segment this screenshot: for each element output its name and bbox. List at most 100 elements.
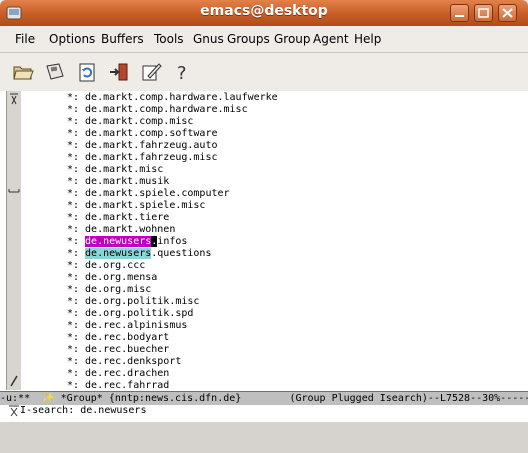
menu-options[interactable]: Options [49,32,95,46]
group-name: de.markt.musik [85,176,170,187]
edit-icon[interactable] [140,61,162,83]
modeline-left: -u:** [0,393,43,404]
group-name: de.org.ccc [85,260,146,271]
group-line[interactable]: *: de.rec.drachen [32,368,524,380]
group-name: de.markt.comp.hardware.misc [85,104,248,115]
save-disk-icon[interactable] [44,61,66,83]
isearch-prompt: I-search: de.newusers [8,405,147,416]
tool-bar: ? [0,53,528,92]
group-name: de.rec.bodyart [85,332,170,343]
left-fringe [21,91,31,390]
group-line[interactable]: *: de.newusers.questions [32,248,524,260]
refresh-icon[interactable] [76,61,98,83]
isearch-match-current: de.newusers [85,236,152,247]
group-name: de.markt.spiele.misc [85,200,206,211]
group-name: de.rec.fahrrad [85,380,170,391]
group-line[interactable]: *: de.markt.spiele.misc [32,200,524,212]
menu-group[interactable]: Group [274,32,311,46]
menu-help[interactable]: Help [354,32,381,46]
scroll-bottom-glyph-icon [10,375,18,387]
group-mark: *: [66,284,79,295]
group-name: de.markt.misc [85,164,164,175]
menu-gnus[interactable]: Gnus [193,32,224,46]
minimize-button[interactable] [450,4,469,22]
group-name: de.rec.alpinismus [85,320,188,331]
group-mark: *: [66,296,79,307]
group-line[interactable]: *: de.markt.spiele.computer [32,188,524,200]
menu-agent[interactable]: Agent [313,32,349,46]
window-title: emacs@desktop [200,3,328,19]
group-line[interactable]: *: de.rec.buecher [32,344,524,356]
modeline-mode: (Group Plugged Isearch)--L7528--30%----- [289,393,528,404]
group-line[interactable]: *: de.markt.musik [32,176,524,188]
menu-file[interactable]: File [15,32,35,46]
group-mark: *: [66,260,79,271]
group-mark: *: [66,116,79,127]
group-line[interactable]: *: de.markt.misc [32,164,524,176]
mode-line[interactable]: -u:** ✨ *Group* {nntp:news.cis.dfn.de} (… [0,391,528,406]
group-line[interactable]: *: de.org.ccc [32,260,524,272]
minibuffer[interactable]: I-search: de.newusers [0,405,528,422]
group-mark: *: [66,140,79,151]
isearch-match-other: de.newusers [85,248,152,259]
group-name: de.markt.comp.misc [85,116,194,127]
group-mark: *: [66,128,79,139]
group-name: de.rec.buecher [85,344,170,355]
menu-buffers[interactable]: Buffers [101,32,144,46]
group-line[interactable]: *: de.rec.alpinismus [32,320,524,332]
group-line[interactable]: *: de.newusers.infos [32,236,524,248]
group-line[interactable]: *: de.org.politik.misc [32,296,524,308]
group-list: *: de.markt.comp.hardware.laufwerke *: de… [32,92,524,392]
modeline-buffer-name[interactable]: *Group* [61,393,103,404]
group-mark: *: [66,236,79,247]
group-mark: *: [66,188,79,199]
group-line[interactable]: *: de.rec.denksport [32,356,524,368]
group-name: de.newusers.infos [85,236,187,247]
group-line[interactable]: *: de.markt.comp.hardware.laufwerke [32,92,524,104]
group-mark: *: [66,92,79,103]
group-line[interactable]: *: de.markt.fahrzeug.auto [32,140,524,152]
maximize-button[interactable] [474,4,493,22]
scrollbar[interactable] [6,91,22,390]
group-mark: *: [66,224,79,235]
group-mark: *: [66,164,79,175]
group-mark: *: [66,356,79,367]
group-mark: *: [66,200,79,211]
group-mark: *: [66,320,79,331]
exit-icon[interactable] [108,61,130,83]
group-line[interactable]: *: de.markt.fahrzeug.misc [32,152,524,164]
close-button[interactable] [498,4,517,22]
group-name: de.markt.fahrzeug.auto [85,140,218,151]
title-bar[interactable]: emacs@desktop [0,0,528,26]
group-mark: *: [66,104,79,115]
group-name-suffix: infos [157,236,188,247]
minimize-icon [455,15,464,17]
group-line[interactable]: *: de.markt.comp.software [32,128,524,140]
emacs-window: emacs@desktop File Options Buffers Tools… [0,0,528,422]
help-icon[interactable]: ? [172,61,194,83]
group-mark: *: [66,272,79,283]
group-mark: *: [66,308,79,319]
group-line[interactable]: *: de.org.misc [32,284,524,296]
group-name: de.markt.spiele.computer [85,188,230,199]
group-name-suffix: .questions [151,248,212,259]
group-name: de.markt.fahrzeug.misc [85,152,218,163]
group-name: de.markt.comp.hardware.laufwerke [85,92,278,103]
group-line[interactable]: *: de.markt.wohnen [32,224,524,236]
group-line[interactable]: *: de.markt.comp.hardware.misc [32,104,524,116]
group-line[interactable]: *: de.org.mensa [32,272,524,284]
group-name: de.rec.denksport [85,356,182,367]
group-mark: *: [66,176,79,187]
group-line[interactable]: *: de.markt.comp.misc [32,116,524,128]
menu-groups[interactable]: Groups [227,32,270,46]
group-name: de.org.misc [85,284,152,295]
open-folder-icon[interactable] [12,61,34,83]
menu-tools[interactable]: Tools [154,32,184,46]
group-line[interactable]: *: de.org.politik.spd [32,308,524,320]
group-name: de.org.politik.spd [85,308,194,319]
group-line[interactable]: *: de.rec.bodyart [32,332,524,344]
scrollbar-thumb[interactable] [7,91,21,390]
group-line[interactable]: *: de.markt.tiere [32,212,524,224]
group-mark: *: [66,344,79,355]
group-name: de.org.politik.misc [85,296,200,307]
